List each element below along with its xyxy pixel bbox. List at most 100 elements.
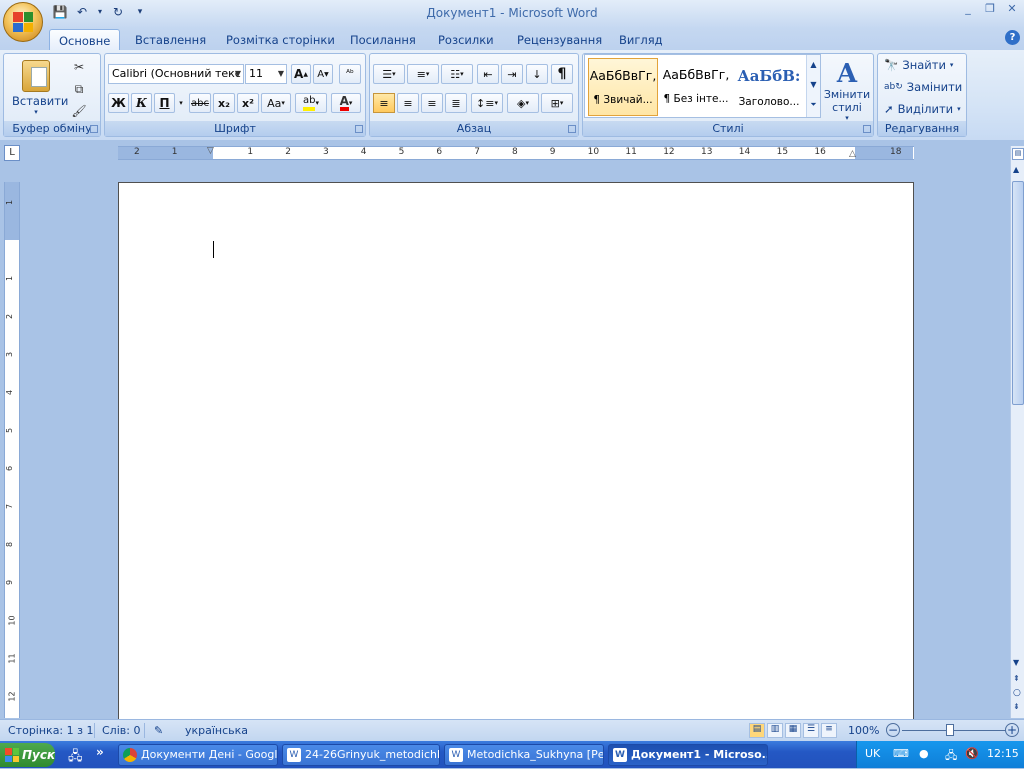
taskbar-button-word-doc-2[interactable]: W Metodichka_Sukhyna [Ре... (444, 744, 604, 766)
font-size-dropdown-icon[interactable]: ▼ (278, 65, 284, 83)
bullets-button[interactable]: ☰ ▾ (373, 64, 405, 84)
minimize-button[interactable]: _ (962, 2, 974, 15)
clipboard-launcher-icon[interactable] (90, 125, 98, 133)
styles-gallery-scroll[interactable]: ▲ ▼ ⏷ (806, 55, 820, 117)
right-indent-marker[interactable]: △ (849, 149, 856, 159)
shrink-font-button[interactable]: A ▼ (313, 64, 333, 84)
paste-dropdown-icon[interactable]: ▾ (12, 108, 60, 116)
taskbar-button-chrome[interactable]: Документи Дені - Googl... (118, 744, 278, 766)
print-layout-view-button[interactable]: ▤ (749, 723, 765, 738)
paste-button[interactable]: Вставити ▾ (12, 58, 68, 118)
numbering-button[interactable]: ≡ ▾ (407, 64, 439, 84)
page-count[interactable]: Сторінка: 1 з 1 (8, 724, 93, 737)
previous-page-icon[interactable]: ⇞ (1013, 674, 1020, 683)
office-button[interactable] (3, 2, 43, 42)
select-button[interactable]: ➚ Виділити ▾ (884, 99, 961, 119)
paragraph-launcher-icon[interactable] (568, 125, 576, 133)
superscript-button[interactable]: x² (237, 93, 259, 113)
tab-review[interactable]: Рецензування (508, 29, 611, 51)
more-styles-icon[interactable]: ⏷ (807, 95, 820, 115)
line-spacing-button[interactable]: ↕≡ ▾ (471, 93, 503, 113)
browse-object-icon[interactable]: ○ (1013, 688, 1021, 698)
subscript-button[interactable]: x₂ (213, 93, 235, 113)
zoom-in-button[interactable]: + (1005, 723, 1019, 737)
tab-mailings[interactable]: Розсилки (429, 29, 503, 51)
change-styles-button[interactable]: A Змінити стилі ▾ (823, 60, 871, 122)
italic-button[interactable]: К (131, 93, 152, 113)
cut-icon[interactable]: ✂ (70, 58, 88, 76)
tray-volume-muted-icon[interactable]: 🔇 (965, 747, 979, 760)
bold-button[interactable]: Ж (108, 93, 129, 113)
scroll-down-icon[interactable]: ▼ (807, 75, 820, 95)
quick-launch-more-icon[interactable]: » (96, 745, 104, 759)
shading-button[interactable]: ◈ ▾ (507, 93, 539, 113)
align-right-button[interactable]: ≡ (421, 93, 443, 113)
grow-font-button[interactable]: A ▲ (291, 64, 311, 84)
tray-app-icon[interactable]: ● (919, 747, 929, 760)
taskbar-button-word-doc-1[interactable]: W 24-26Grinyuk_metodichk... (282, 744, 440, 766)
replace-button[interactable]: ab↻ Замінити (884, 77, 962, 97)
tab-page-layout[interactable]: Розмітка сторінки (217, 29, 344, 51)
start-button[interactable]: Пуск (0, 743, 55, 767)
scroll-up-arrow[interactable]: ▲ (1013, 165, 1019, 174)
tab-insert[interactable]: Вставлення (126, 29, 215, 51)
web-layout-button[interactable]: ▦ (785, 723, 801, 738)
outline-view-button[interactable]: ☰ (803, 723, 819, 738)
align-left-button[interactable]: ≡ (373, 93, 395, 113)
find-button[interactable]: 🔭 Знайти ▾ (884, 55, 953, 75)
format-painter-icon[interactable]: 🖌 (70, 102, 88, 120)
font-color-button[interactable]: A ▾ (331, 93, 361, 113)
multilevel-list-button[interactable]: ☷ ▾ (441, 64, 473, 84)
view-ruler-icon[interactable]: ▤ (1012, 148, 1024, 160)
full-screen-reading-button[interactable]: ▥ (767, 723, 783, 738)
copy-icon[interactable]: ⧉ (70, 80, 88, 98)
style-tile-heading[interactable]: АаБбВ: Заголово... (734, 58, 804, 116)
underline-button[interactable]: П (154, 93, 175, 113)
styles-launcher-icon[interactable] (863, 125, 871, 133)
quick-launch-desktop-icon[interactable]: 🖧 (68, 747, 83, 769)
sort-button[interactable]: ↓ (526, 64, 548, 84)
first-line-indent-marker[interactable]: ▽ (207, 146, 214, 156)
word-count[interactable]: Слів: 0 (102, 724, 140, 737)
zoom-out-button[interactable]: − (886, 723, 900, 737)
font-size-combo[interactable]: 11 ▼ (245, 64, 287, 84)
change-case-button[interactable]: Aa ▾ (261, 93, 291, 113)
align-center-button[interactable]: ≡ (397, 93, 419, 113)
close-button[interactable]: ✕ (1006, 2, 1018, 15)
zoom-slider-thumb[interactable] (946, 724, 954, 736)
underline-dropdown-icon[interactable]: ▾ (176, 93, 186, 113)
font-name-dropdown-icon[interactable]: ▼ (235, 65, 241, 83)
style-tile-no-spacing[interactable]: АаБбВвГг, ¶ Без інте... (661, 58, 731, 116)
zoom-slider-track[interactable] (902, 730, 1006, 731)
font-name-combo[interactable]: Calibri (Основний текс ▼ (108, 64, 244, 84)
scroll-thumb[interactable] (1012, 181, 1024, 405)
tab-view[interactable]: Вигляд (610, 29, 672, 51)
clear-formatting-button[interactable]: ᴬᵇ (339, 64, 361, 84)
vertical-ruler[interactable]: 1 1 2 3 4 5 6 7 8 9 10 11 12 (4, 182, 20, 718)
help-icon[interactable]: ? (1005, 30, 1020, 45)
highlight-button[interactable]: ab ▾ (295, 93, 327, 113)
draft-view-button[interactable]: ≡ (821, 723, 837, 738)
tab-references[interactable]: Посилання (341, 29, 425, 51)
language-status[interactable]: українська (185, 724, 248, 737)
font-launcher-icon[interactable] (355, 125, 363, 133)
justify-button[interactable]: ≣ (445, 93, 467, 113)
next-page-icon[interactable]: ⇟ (1013, 702, 1020, 711)
zoom-level[interactable]: 100% (848, 724, 879, 737)
proofing-icon[interactable]: ✎ (154, 724, 163, 737)
tray-network-icon[interactable]: 🖧 (945, 747, 957, 766)
style-tile-normal[interactable]: АаБбВвГг, ¶ Звичай... (588, 58, 658, 116)
horizontal-ruler[interactable]: 2 1 1 2 3 4 5 6 7 8 9 10 11 12 13 14 15 16 18 ▽ △ (118, 146, 914, 160)
scroll-down-arrow[interactable]: ▼ (1013, 658, 1019, 667)
restore-button[interactable]: ❐ (984, 2, 996, 15)
taskbar-button-word-active[interactable]: W Документ1 - Microso... (608, 744, 768, 766)
increase-indent-button[interactable]: ⇥ (501, 64, 523, 84)
strikethrough-button[interactable]: abc (189, 93, 211, 113)
tray-keyboard-icon[interactable]: ⌨ (893, 747, 909, 760)
vertical-scrollbar[interactable]: ▤ ▲ ▼ ⇞ ○ ⇟ (1010, 146, 1024, 718)
borders-button[interactable]: ⊞ ▾ (541, 93, 573, 113)
show-marks-button[interactable]: ¶ (551, 64, 573, 84)
language-indicator[interactable]: UK (865, 747, 880, 760)
scroll-up-icon[interactable]: ▲ (807, 55, 820, 75)
tab-selector[interactable]: L (4, 145, 20, 161)
